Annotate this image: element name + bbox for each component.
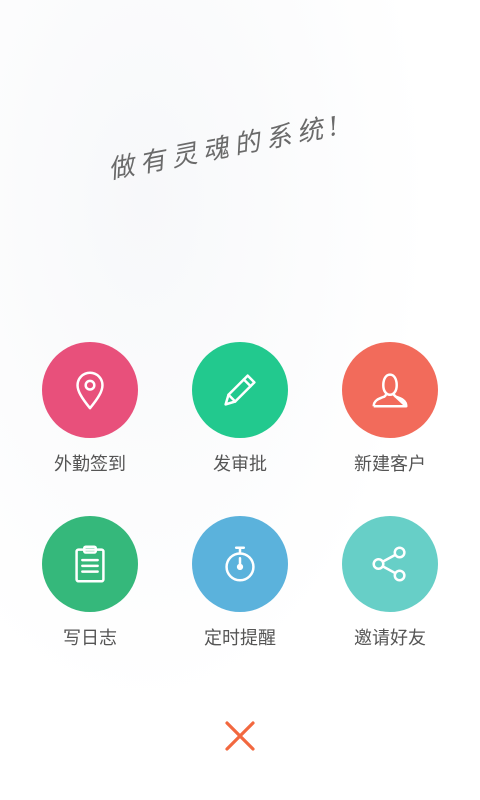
action-row-2: 写日志 定时提醒 邀请好友 bbox=[0, 516, 480, 650]
pencil-icon bbox=[224, 374, 256, 406]
send-approval-label: 发审批 bbox=[213, 454, 267, 475]
write-log-circle[interactable] bbox=[42, 516, 138, 612]
share-icon bbox=[372, 546, 406, 582]
invite-friends-button[interactable]: 邀请好友 bbox=[342, 516, 438, 650]
timed-reminder-button[interactable]: 定时提醒 bbox=[192, 516, 288, 650]
write-log-label: 写日志 bbox=[63, 628, 117, 649]
new-customer-label: 新建客户 bbox=[354, 454, 426, 475]
send-approval-circle[interactable] bbox=[192, 342, 288, 438]
clipboard-icon bbox=[75, 545, 105, 583]
field-checkin-circle[interactable] bbox=[42, 342, 138, 438]
write-log-button[interactable]: 写日志 bbox=[42, 516, 138, 650]
close-icon bbox=[225, 721, 255, 751]
action-row-1: 外勤签到 发审批 新建客户 bbox=[0, 342, 480, 476]
new-customer-circle[interactable] bbox=[342, 342, 438, 438]
send-approval-button[interactable]: 发审批 bbox=[192, 342, 288, 476]
field-checkin-button[interactable]: 外勤签到 bbox=[42, 342, 138, 476]
invite-friends-circle[interactable] bbox=[342, 516, 438, 612]
invite-friends-label: 邀请好友 bbox=[354, 628, 426, 649]
timed-reminder-label: 定时提醒 bbox=[204, 628, 276, 649]
action-grid: 外勤签到 发审批 新建客户 写日志 定时提醒 邀请好友 bbox=[0, 342, 480, 690]
slogan-text: 做有灵魂的系统! bbox=[105, 110, 348, 186]
location-pin-icon bbox=[76, 371, 104, 410]
field-checkin-label: 外勤签到 bbox=[54, 454, 126, 475]
timed-reminder-circle[interactable] bbox=[192, 516, 288, 612]
user-icon bbox=[372, 373, 408, 408]
new-customer-button[interactable]: 新建客户 bbox=[342, 342, 438, 476]
action-menu-screen: 做有灵魂的系统! 外勤签到 发审批 新建客户 写日志 定时提醒 邀请好友 bbox=[0, 0, 480, 800]
stopwatch-icon bbox=[225, 546, 255, 582]
close-button[interactable] bbox=[222, 718, 258, 754]
